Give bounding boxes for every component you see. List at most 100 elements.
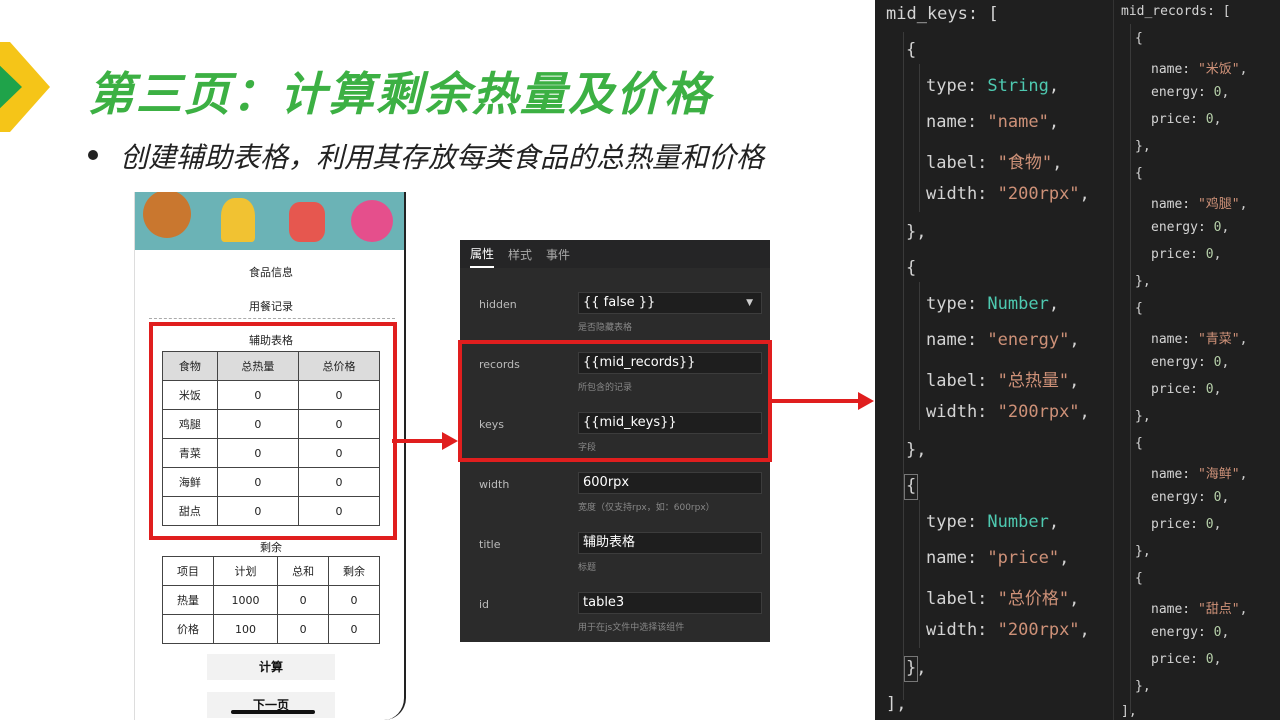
code-line: }, [906, 222, 927, 242]
code-line: { [906, 40, 917, 60]
code-line: }, [1135, 139, 1151, 154]
indent-guide [919, 500, 920, 648]
code-line: type: String, [926, 76, 1060, 96]
code-type: Number [987, 294, 1049, 314]
arrow-line [392, 439, 442, 443]
code-line: name: "米饭", [1151, 62, 1248, 77]
code-number: 0 [1213, 625, 1222, 640]
indent-guide [903, 32, 904, 700]
prop-name: width [479, 478, 510, 491]
code-string: "price" [987, 548, 1060, 568]
slide: 第三页：计算剩余热量及价格 创建辅助表格，利用其存放每类食品的总热量和价格 食品… [0, 0, 1280, 720]
sausage-character-icon [289, 202, 325, 242]
code-line: name: "energy", [926, 330, 1080, 350]
code-line: name: "鸡腿", [1151, 197, 1248, 212]
code-line: width: "200rpx", [926, 184, 1090, 204]
arrow-right-icon [858, 392, 874, 410]
code-string: "食物" [997, 153, 1053, 173]
table-cell: 0 [328, 585, 380, 615]
food-info-label: 食品信息 [249, 266, 293, 279]
code-line: type: Number, [926, 512, 1060, 532]
indent-guide [919, 64, 920, 212]
table-row: 价格 100 0 0 [162, 614, 380, 644]
code-line: }, [1135, 679, 1151, 694]
prop-name: id [479, 598, 490, 611]
prop-desc: 标题 [578, 563, 597, 573]
prop-desc: 是否隐藏表格 [578, 323, 633, 333]
prop-name: hidden [479, 298, 517, 311]
phone-preview: 食品信息 用餐记录 辅助表格 食物 总热量 总价格 米饭 0 0 鸡腿 0 0 [134, 192, 406, 720]
code-line: { [1135, 166, 1143, 181]
calculate-button[interactable]: 计算 [207, 654, 335, 680]
code-string: "name" [987, 112, 1049, 132]
column-header: 总和 [277, 556, 330, 586]
code-line: mid_keys: [ [886, 4, 999, 24]
table-cell: 价格 [162, 614, 214, 644]
bullet-dot-icon [88, 150, 98, 160]
burger-character-icon [143, 192, 191, 238]
code-line: }, [1135, 544, 1151, 559]
code-line: name: "name", [926, 112, 1060, 132]
code-string: "energy" [987, 330, 1070, 350]
prop-name: title [479, 538, 501, 551]
caret-down-icon: ▼ [746, 298, 753, 308]
table-header-row: 项目 计划 总和 剩余 [162, 556, 380, 586]
arrow-right-icon [442, 432, 458, 450]
code-line: price: 0, [1151, 112, 1222, 127]
code-line: energy: 0, [1151, 625, 1230, 640]
column-header: 项目 [162, 556, 214, 586]
code-line: width: "200rpx", [926, 620, 1090, 640]
code-number: 0 [1213, 355, 1222, 370]
width-input[interactable]: 600rpx [578, 472, 762, 494]
code-line: ], [1121, 704, 1137, 719]
arrow-line [772, 399, 860, 403]
table-cell: 0 [277, 585, 330, 615]
code-line: { [1135, 571, 1143, 586]
code-string: "200rpx" [997, 620, 1080, 640]
code-line: label: "总价格", [926, 589, 1080, 609]
code-line: }, [1135, 409, 1151, 424]
code-string: "甜点" [1197, 602, 1240, 617]
code-line: }, [1135, 274, 1151, 289]
slide-bullet: 创建辅助表格，利用其存放每类食品的总热量和价格 [88, 136, 764, 176]
code-line: energy: 0, [1151, 490, 1230, 505]
title-input[interactable]: 辅助表格 [578, 532, 762, 554]
tab-events[interactable]: 事件 [546, 242, 570, 267]
table-row: 热量 1000 0 0 [162, 585, 380, 615]
table-cell: 1000 [212, 585, 279, 615]
code-line: label: "食物", [926, 153, 1063, 173]
bullet-text: 创建辅助表格，利用其存放每类食品的总热量和价格 [120, 141, 765, 174]
next-page-button[interactable]: 下一页 [207, 692, 335, 718]
code-number: 0 [1205, 652, 1214, 667]
code-number: 0 [1205, 112, 1214, 127]
table-cell: 热量 [162, 585, 214, 615]
records-keys-highlight [458, 340, 772, 462]
code-string: "青菜" [1197, 332, 1240, 347]
code-line: type: Number, [926, 294, 1060, 314]
tab-properties[interactable]: 属性 [470, 241, 495, 268]
code-line: name: "青菜", [1151, 332, 1248, 347]
indent-guide [919, 282, 920, 430]
code-line: price: 0, [1151, 247, 1222, 262]
code-number: 0 [1205, 247, 1214, 262]
code-string: "米饭" [1197, 62, 1240, 77]
id-input[interactable]: table3 [578, 592, 762, 614]
code-line: price: 0, [1151, 382, 1222, 397]
code-line: { [1135, 31, 1143, 46]
code-line: name: "甜点", [1151, 602, 1248, 617]
panel-tabs: 属性 样式 事件 [460, 240, 770, 268]
code-line: name: "海鲜", [1151, 467, 1248, 482]
tab-styles[interactable]: 样式 [508, 242, 532, 267]
code-line: { [1135, 436, 1143, 451]
remain-table-title: 剩余 [260, 541, 282, 554]
column-header: 剩余 [328, 556, 380, 586]
prop-desc: 用于在js文件中选择该组件 [578, 623, 685, 633]
divider [149, 318, 395, 319]
code-line: { [906, 476, 917, 496]
code-editor-mid-records: mid_records: [ { name: "米饭", energy: 0, … [1113, 0, 1280, 720]
table-cell: 100 [212, 614, 279, 644]
code-number: 0 [1213, 220, 1222, 235]
code-line: price: 0, [1151, 652, 1222, 667]
hidden-select[interactable]: {{ false }} ▼ [578, 292, 762, 314]
code-line: width: "200rpx", [926, 402, 1090, 422]
